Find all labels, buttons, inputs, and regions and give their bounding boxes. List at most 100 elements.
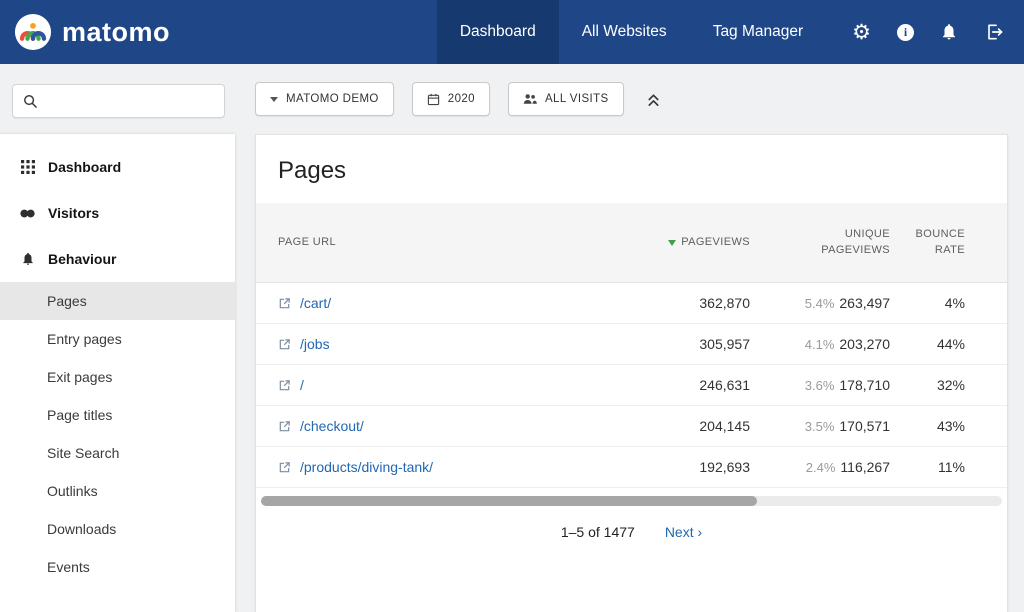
bounce-rate-value: 43%	[937, 418, 965, 434]
pageviews-value: 246,631	[699, 377, 750, 393]
external-link-icon[interactable]	[278, 420, 291, 433]
main-column: MATOMO DEMO 2020	[235, 64, 1024, 612]
search-icon	[23, 94, 38, 109]
search-input[interactable]	[46, 93, 214, 109]
page-url-cell: /jobs	[278, 336, 600, 352]
sidebar-item-pages[interactable]: Pages	[0, 282, 235, 320]
settings-gear-icon[interactable]: ⚙	[852, 22, 871, 43]
external-link-icon[interactable]	[278, 297, 291, 310]
pageviews-value: 192,693	[699, 459, 750, 475]
matomo-logo-home[interactable]: matomo	[0, 0, 170, 64]
page-url-link[interactable]: /checkout/	[300, 418, 364, 434]
unique-percent: 3.5%	[805, 419, 835, 434]
page-url-cell: /products/diving-tank/	[278, 459, 600, 475]
unique-pageviews-cell: 3.6%178,710	[805, 377, 890, 393]
unique-value: 203,270	[839, 336, 890, 352]
matomo-logo-icon	[14, 13, 52, 51]
nav-item-tag-manager[interactable]: Tag Manager	[690, 0, 826, 64]
sidebar-item-events[interactable]: Events	[0, 548, 235, 586]
bounce-rate-value: 32%	[937, 377, 965, 393]
scrollbar-track[interactable]	[261, 496, 1002, 506]
unique-percent: 3.6%	[805, 378, 835, 393]
page-url-cell: /checkout/	[278, 418, 600, 434]
unique-pageviews-cell: 2.4%116,267	[806, 459, 890, 475]
page-url-cell: /cart/	[278, 295, 600, 311]
collapse-selector-bar-button[interactable]	[642, 88, 665, 111]
dashboard-grid-icon	[20, 160, 35, 174]
sidebar-item-exit-pages[interactable]: Exit pages	[0, 358, 235, 396]
unique-pageviews-cell: 5.4% 263,497	[805, 295, 890, 311]
notifications-bell-icon[interactable]	[940, 23, 958, 41]
horizontal-scrollbar-area	[256, 488, 1007, 506]
matomo-app: matomo Dashboard All Websites Tag Manage…	[0, 0, 1024, 612]
segment-selector-label: ALL VISITS	[545, 93, 609, 105]
table-row: /cart/ 362,870 5.4% 263,497 4%	[256, 283, 1007, 324]
column-header-unique-pageviews[interactable]: UNIQUE PAGEVIEWS	[808, 227, 890, 259]
table-row: /products/diving-tank/ 192,693 2.4%116,2…	[256, 447, 1007, 488]
visitors-icon	[20, 208, 35, 219]
table-row: /checkout/ 204,145 3.5% 170,571 43%	[256, 406, 1007, 447]
unique-value: 263,497	[839, 295, 890, 311]
pagination-range: 1–5 of 1477	[561, 524, 635, 540]
pageviews-value: 362,870	[699, 295, 750, 311]
brand-name: matomo	[62, 17, 170, 48]
table-row: / 246,631 3.6%178,710 32%	[256, 365, 1007, 406]
reports-sidebar: Dashboard Visitors	[0, 134, 235, 612]
unique-pageviews-cell: 3.5% 170,571	[805, 418, 890, 434]
search-box[interactable]	[12, 84, 225, 118]
calendar-icon	[427, 93, 440, 106]
report-title: Pages	[256, 135, 1007, 203]
sidebar-item-visitors[interactable]: Visitors	[0, 190, 235, 236]
behaviour-bell-icon	[20, 252, 35, 266]
sign-out-icon[interactable]	[984, 22, 1004, 42]
table-row: /jobs 305,957 4.1% 203,270 44%	[256, 324, 1007, 365]
help-info-icon[interactable]: i	[897, 24, 914, 41]
sidebar-item-label: Behaviour	[48, 251, 116, 267]
site-selector-label: MATOMO DEMO	[286, 93, 379, 105]
page-url-link[interactable]: /cart/	[300, 295, 331, 311]
unique-value: 116,267	[840, 459, 890, 475]
sidebar-item-behaviour[interactable]: Behaviour	[0, 236, 235, 282]
unique-value: 170,571	[839, 418, 890, 434]
column-header-page-url[interactable]: PAGE URL	[278, 235, 600, 251]
column-header-bounce-rate[interactable]: BOUNCE RATE	[910, 227, 965, 259]
page-url-link[interactable]: /products/diving-tank/	[300, 459, 433, 475]
left-sidebar-column: Dashboard Visitors	[0, 64, 235, 612]
unique-pageviews-cell: 4.1% 203,270	[805, 336, 890, 352]
nav-item-all-websites[interactable]: All Websites	[559, 0, 690, 64]
primary-nav: Dashboard All Websites Tag Manager	[437, 0, 826, 64]
topbar-icon-group: ⚙ i	[826, 0, 1024, 64]
date-range-label: 2020	[448, 93, 475, 105]
unique-percent: 4.1%	[805, 337, 835, 352]
external-link-icon[interactable]	[278, 338, 291, 351]
sidebar-item-outlinks[interactable]: Outlinks	[0, 472, 235, 510]
sidebar-item-dashboard[interactable]: Dashboard	[0, 144, 235, 190]
pageviews-value: 305,957	[699, 336, 750, 352]
pageviews-value: 204,145	[699, 418, 750, 434]
external-link-icon[interactable]	[278, 379, 291, 392]
sidebar-item-page-titles[interactable]: Page titles	[0, 396, 235, 434]
site-selector-button[interactable]: MATOMO DEMO	[255, 82, 394, 116]
column-header-pageviews[interactable]: PAGEVIEWS	[668, 235, 750, 251]
bounce-rate-value: 11%	[938, 459, 965, 475]
nav-item-dashboard[interactable]: Dashboard	[437, 0, 559, 64]
external-link-icon[interactable]	[278, 461, 291, 474]
pagination-next-link[interactable]: Next ›	[665, 524, 702, 540]
bounce-rate-value: 4%	[945, 295, 965, 311]
sidebar-item-downloads[interactable]: Downloads	[0, 510, 235, 548]
sidebar-search-area	[0, 64, 235, 134]
visitors-segment-icon	[523, 93, 537, 105]
page-body: Dashboard Visitors	[0, 64, 1024, 612]
segment-selector-button[interactable]: ALL VISITS	[508, 82, 624, 116]
sidebar-item-entry-pages[interactable]: Entry pages	[0, 320, 235, 358]
double-chevron-up-icon	[646, 92, 661, 107]
bounce-rate-value: 44%	[937, 336, 965, 352]
sidebar-item-site-search[interactable]: Site Search	[0, 434, 235, 472]
date-range-button[interactable]: 2020	[412, 82, 490, 116]
pages-report-card: Pages PAGE URL PAGEVIEWS UNIQUE PAGEVIEW…	[255, 134, 1008, 612]
sort-desc-icon	[668, 240, 676, 246]
scrollbar-thumb[interactable]	[261, 496, 757, 506]
page-url-link[interactable]: /jobs	[300, 336, 330, 352]
page-url-link[interactable]: /	[300, 377, 304, 393]
unique-percent: 5.4%	[805, 296, 835, 311]
